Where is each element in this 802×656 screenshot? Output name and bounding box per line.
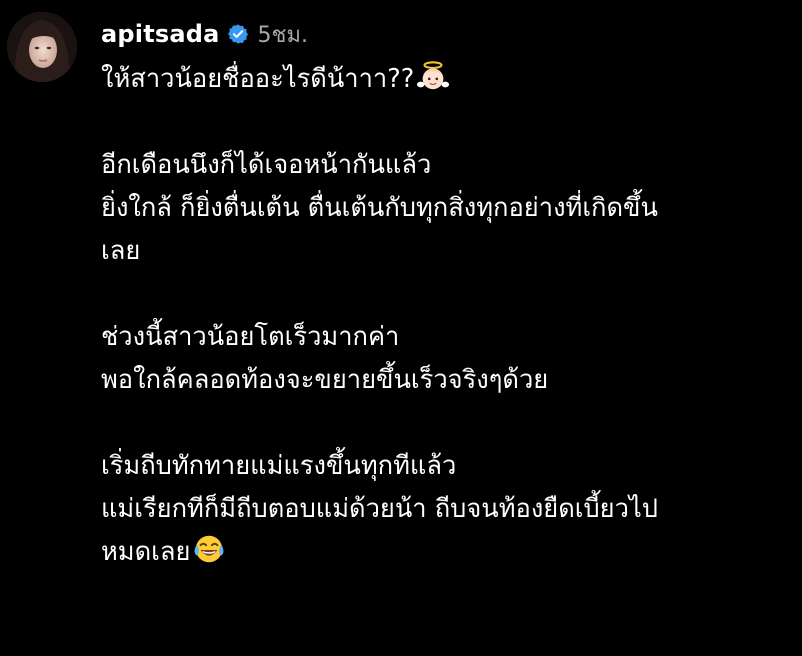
caption-line-8: แม่เรียกทีก็มีถีบตอบแม่ด้วยน้า ถีบจนท้อง… (101, 494, 658, 524)
caption-line-7: เริ่มถีบทักทายแม่แรงขึ้นทุกทีแล้ว (101, 451, 457, 481)
caption-line-9: หมดเลย (101, 531, 791, 574)
caption-line-3: ยิ่งใกล้ ก็ยิ่งตื่นเต้น ตื่นเต้นกับทุกสิ… (101, 193, 658, 223)
caption-line-1-text: ให้สาวน้อยชื่ออะไรดีน้าาา?? (101, 64, 415, 94)
caption-line-5: ช่วงนี้สาวน้อยโตเร็วมากค่า (101, 322, 400, 352)
caption-text: ให้สาวน้อยชื่ออะไรดีน้าาา?? อีกเดือนนึงก… (101, 58, 791, 574)
post-header: apitsada 5ชม. (101, 14, 308, 54)
avatar-image (7, 12, 77, 82)
verified-badge-icon (227, 23, 249, 45)
avatar[interactable] (7, 12, 77, 82)
caption-line-9-text: หมดเลย (101, 537, 191, 567)
instagram-comment: apitsada 5ชม. ให้สาวน้อยชื่ออะไรดีน้าาา?… (0, 0, 802, 656)
caption-line-1: ให้สาวน้อยชื่ออะไรดีน้าาา?? (101, 58, 791, 101)
caption-line-4: เลย (101, 236, 141, 266)
tears-of-joy-emoji-icon (192, 532, 226, 566)
baby-angel-emoji-icon (416, 59, 450, 93)
caption-line-6: พอใกล้คลอดท้องจะขยายขึ้นเร็วจริงๆด้วย (101, 365, 549, 395)
username-link[interactable]: apitsada (101, 20, 220, 48)
post-timestamp: 5ชม. (257, 22, 308, 48)
caption-line-2: อีกเดือนนึงก็ได้เจอหน้ากันแล้ว (101, 150, 432, 180)
